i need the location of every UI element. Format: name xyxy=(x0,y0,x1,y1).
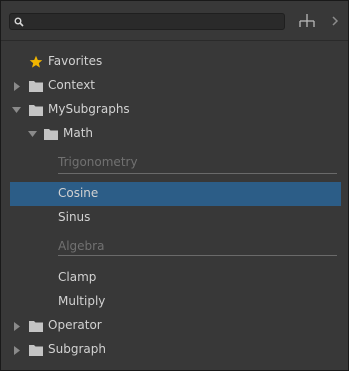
folder-icon xyxy=(29,105,43,116)
hierarchy-icon xyxy=(299,14,315,27)
collapsed-arrow-icon[interactable] xyxy=(13,82,21,91)
tree-item-label: MySubgraphs xyxy=(48,102,130,116)
tree-item-label: Cosine xyxy=(58,186,99,200)
folder-icon xyxy=(44,129,58,140)
tree-item-label: Subgraph xyxy=(48,342,106,356)
section-divider xyxy=(58,173,337,174)
section-header-algebra: Algebra xyxy=(58,239,105,253)
expanded-arrow-icon[interactable] xyxy=(12,106,21,114)
tree-item-label: Multiply xyxy=(58,294,106,308)
collapsed-arrow-icon[interactable] xyxy=(13,346,21,355)
collapsed-arrow-icon[interactable] xyxy=(13,322,21,331)
tree-item-multiply[interactable]: Multiply xyxy=(1,290,348,314)
section-header-trigonometry: Trigonometry xyxy=(58,155,138,169)
tree-item-favorites[interactable]: Favorites xyxy=(1,50,348,74)
tree-item-context[interactable]: Context xyxy=(1,74,348,98)
tree-item-operator[interactable]: Operator xyxy=(1,314,348,338)
search-field[interactable] xyxy=(9,13,285,30)
tree-item-label: Context xyxy=(48,78,96,92)
section-divider xyxy=(58,255,337,256)
tree-item-cosine[interactable]: Cosine xyxy=(10,182,341,206)
node-search-panel: Favorites Context MySubgraphs Math Trigo… xyxy=(0,0,349,371)
tree-item-mysubgraphs[interactable]: MySubgraphs xyxy=(1,98,348,122)
expand-details-button[interactable] xyxy=(326,11,344,31)
tree-item-label: Operator xyxy=(48,318,102,332)
search-input[interactable] xyxy=(26,14,280,29)
tree-item-label: Math xyxy=(63,126,94,140)
folder-icon xyxy=(29,81,43,92)
toolbar-divider xyxy=(1,40,348,41)
tree-item-label: Favorites xyxy=(48,54,103,68)
folder-icon xyxy=(29,321,43,332)
chevron-right-icon xyxy=(332,16,339,26)
tree-item-clamp[interactable]: Clamp xyxy=(1,266,348,290)
tree-item-subgraph[interactable]: Subgraph xyxy=(1,338,348,362)
search-icon xyxy=(14,17,24,27)
tree-item-label: Sinus xyxy=(58,210,91,224)
tree-item-sinus[interactable]: Sinus xyxy=(1,206,348,230)
hierarchy-toggle-button[interactable] xyxy=(295,10,319,32)
tree-item-math[interactable]: Math xyxy=(1,122,348,146)
expanded-arrow-icon[interactable] xyxy=(28,130,37,138)
tree-item-label: Clamp xyxy=(58,270,97,284)
folder-icon xyxy=(29,345,43,356)
star-icon xyxy=(29,55,43,68)
search-toolbar xyxy=(1,1,348,41)
